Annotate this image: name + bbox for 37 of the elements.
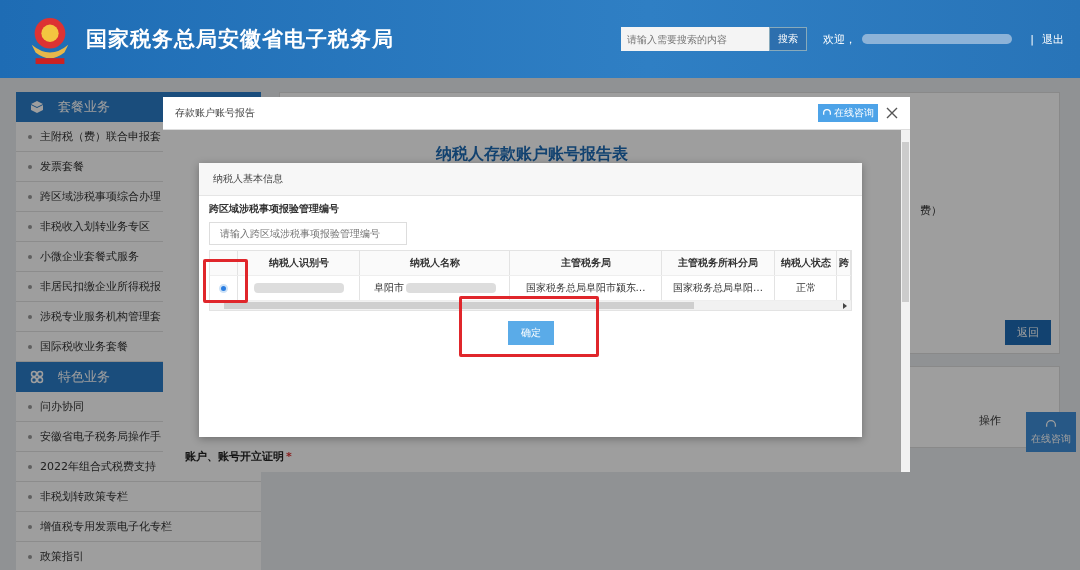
dialog-title: 纳税人基本信息 bbox=[199, 163, 862, 196]
column-header: 纳税人名称 bbox=[360, 251, 510, 275]
radio-button[interactable] bbox=[219, 283, 228, 293]
table-cell: 阜阳市 bbox=[373, 281, 404, 295]
site-title: 国家税务总局安徽省电子税务局 bbox=[86, 26, 394, 53]
sidebar-item[interactable]: 政策指引 bbox=[16, 542, 261, 570]
welcome-text: 欢迎， bbox=[823, 31, 857, 47]
separator: | bbox=[1030, 32, 1034, 46]
grid-icon bbox=[30, 370, 44, 384]
search-button[interactable]: 搜索 bbox=[769, 27, 808, 51]
headset-icon bbox=[822, 108, 832, 118]
annotation-box bbox=[203, 259, 248, 303]
text-fragment: 费） bbox=[920, 203, 942, 218]
logout-link[interactable]: 退出 bbox=[1042, 31, 1064, 47]
input-field[interactable]: 请输入跨区域涉税事项报验管理编号 bbox=[209, 222, 407, 245]
scrollbar[interactable] bbox=[901, 130, 910, 472]
scrollbar[interactable] bbox=[210, 301, 851, 310]
column-header: 主管税务局 bbox=[510, 251, 662, 275]
sidebar-item[interactable]: 增值税专用发票电子化专栏 bbox=[16, 512, 261, 542]
back-button[interactable]: 返回 bbox=[1005, 320, 1051, 345]
table-cell: 国家税务总局阜阳市颍东… bbox=[525, 281, 646, 295]
section-title: 套餐业务 bbox=[58, 98, 110, 116]
column-header: 纳税人状态 bbox=[775, 251, 837, 275]
section-title: 特色业务 bbox=[58, 368, 110, 386]
column-header: 纳税人识别号 bbox=[238, 251, 360, 275]
table-cell: 正常 bbox=[795, 281, 816, 295]
dialog-title: 存款账户账号报告 bbox=[175, 106, 256, 120]
close-icon[interactable] bbox=[886, 107, 898, 119]
sidebar-item[interactable]: 非税划转政策专栏 bbox=[16, 482, 261, 512]
required-mark: * bbox=[286, 450, 292, 463]
form-heading: 纳税人存款账户账号报告表 bbox=[435, 144, 629, 165]
column-header: 操作 bbox=[979, 413, 1001, 428]
cube-icon bbox=[30, 100, 44, 114]
column-header: 主管税务所科分局 bbox=[662, 251, 775, 275]
search-field[interactable]: 请输入需要搜索的内容 bbox=[621, 27, 770, 51]
table-cell: 国家税务总局阜阳… bbox=[673, 281, 763, 295]
column-header: 跨 bbox=[837, 251, 851, 275]
